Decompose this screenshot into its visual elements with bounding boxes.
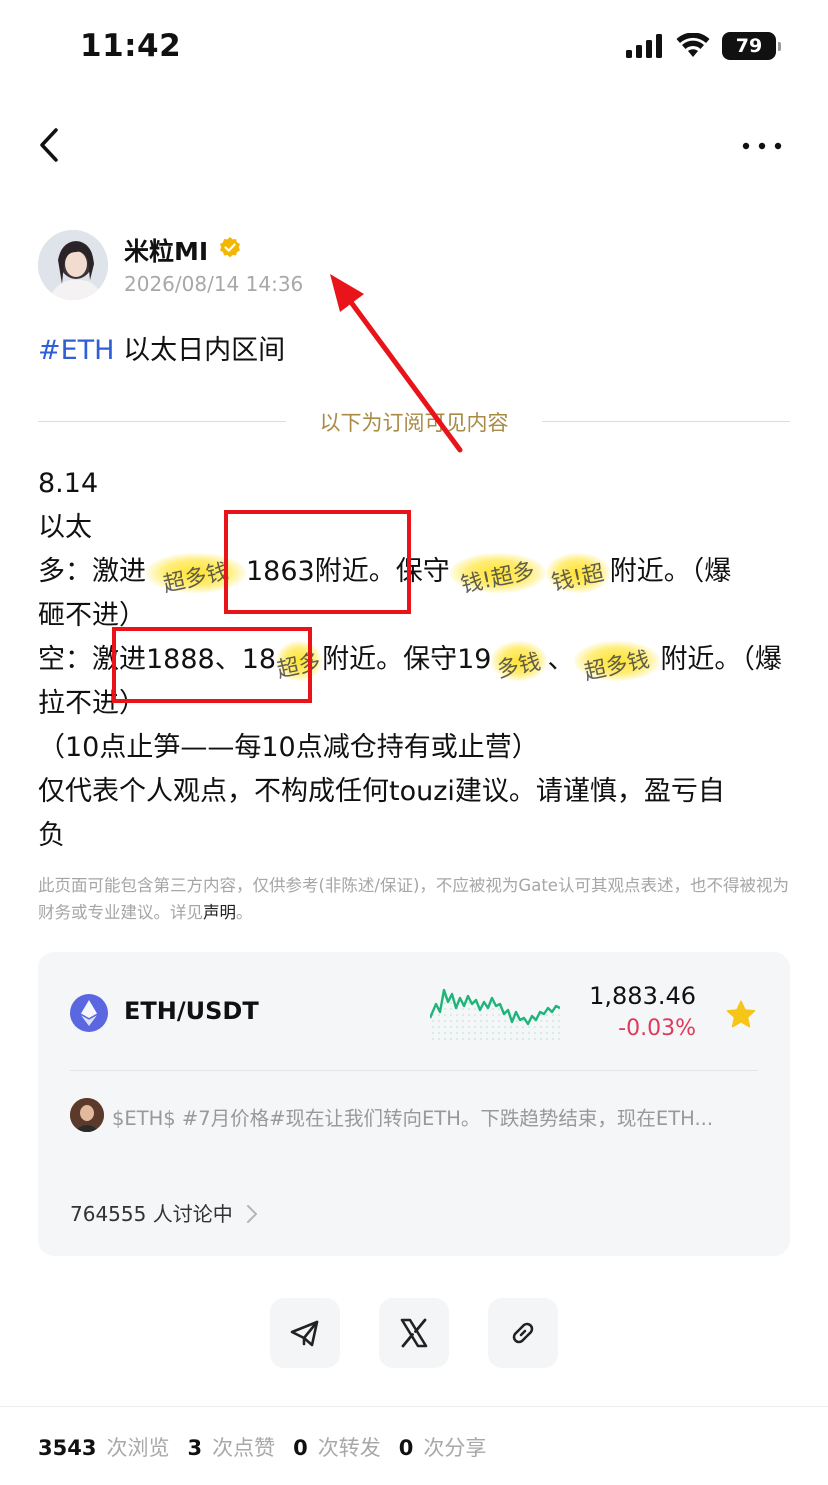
price-change: -0.03% <box>618 1016 696 1041</box>
more-button[interactable] <box>732 128 792 164</box>
market-card[interactable]: ETH/USDT 1,883.46 -0.03% $ETH$ #7月价格#现在让… <box>38 952 790 1256</box>
short-sep: 、 <box>547 644 575 675</box>
views-label: 次浏览 <box>106 1436 170 1460</box>
post-time: 2026/08/14 14:36 <box>124 272 304 296</box>
hashtag-link[interactable]: #ETH <box>38 335 114 366</box>
share-telegram-button[interactable] <box>270 1298 340 1368</box>
bottom-separator <box>0 1406 828 1407</box>
annotation-arrow <box>330 274 463 453</box>
post-stats: 3543 次浏览 3 次点赞 0 次转发 0 次分享 <box>38 1432 504 1462</box>
short-suffix: 附近。（爆 <box>660 644 782 675</box>
shares-label: 次分享 <box>423 1436 487 1460</box>
long-suffix: 附近。（爆 <box>609 556 732 587</box>
more-icon <box>742 142 782 150</box>
discussion-count[interactable]: 764555 人讨论中 <box>70 1198 233 1227</box>
feed-avatar <box>70 1098 104 1132</box>
chevron-right-icon <box>247 1205 257 1223</box>
x-icon <box>400 1318 428 1348</box>
annotation-box <box>224 510 411 614</box>
views-count: 3543 <box>38 1436 97 1460</box>
highlight-blob: 多钱 <box>491 640 548 683</box>
back-icon <box>40 128 58 162</box>
wifi-icon <box>676 33 710 57</box>
likes-count: 3 <box>187 1436 203 1460</box>
battery-icon: 79 <box>722 32 781 60</box>
verified-icon <box>220 237 240 258</box>
reposts-count: 0 <box>293 1436 308 1460</box>
highlight-blob: 钱!超多 <box>449 552 546 598</box>
share-x-button[interactable] <box>379 1298 449 1368</box>
feed-post-text[interactable]: $ETH$ #7月价格#现在让我们转向ETH。下跌趋势结束，现在ETH... <box>112 1102 752 1131</box>
last-price: 1,883.46 <box>589 982 696 1010</box>
link-icon <box>512 1322 534 1344</box>
copy-link-button[interactable] <box>488 1298 558 1368</box>
reposts-label: 次转发 <box>317 1436 381 1460</box>
status-bar: 11:42 79 <box>0 0 828 92</box>
status-time: 11:42 <box>80 28 182 64</box>
disclaimer-line-2: 负 <box>38 820 65 851</box>
back-button[interactable] <box>30 118 74 172</box>
author-name[interactable]: 米粒MI <box>124 232 208 268</box>
annotation-box <box>112 627 312 703</box>
legal-disclaimer: 此页面可能包含第三方内容，仅供参考(非陈述/保证)，不应被视为Gate认可其观点… <box>38 872 790 926</box>
star-icon[interactable] <box>724 998 758 1032</box>
highlight-blob: 钱!超 <box>545 552 610 596</box>
legal-text: 此页面可能包含第三方内容，仅供参考(非陈述/保证)，不应被视为Gate认可其观点… <box>38 876 789 922</box>
post-title-text: 以太日内区间 <box>114 335 286 366</box>
statement-link[interactable]: 声明 <box>203 903 236 922</box>
trading-pair: ETH/USDT <box>124 997 259 1025</box>
eth-icon <box>70 994 108 1032</box>
short-mid: 附近。保守19 <box>322 644 492 675</box>
likes-label: 次点赞 <box>212 1436 276 1460</box>
status-icons: 79 <box>626 32 781 60</box>
telegram-icon <box>290 1320 319 1347</box>
content-date: 8.14 <box>38 468 99 499</box>
post-title: #ETH 以太日内区间 <box>38 328 285 367</box>
stop-note: （10点止笋——每10点减仓持有或止营） <box>38 732 539 763</box>
legal-end: 。 <box>236 903 253 922</box>
highlight-blob: 超多钱 <box>574 640 661 685</box>
disclaimer-line-1: 仅代表个人观点，不构成任何touzi建议。请谨慎，盈亏自 <box>38 776 725 807</box>
long-prefix: 多：激进 <box>38 556 146 587</box>
author-avatar[interactable] <box>38 230 108 300</box>
price-sparkline <box>430 988 560 1042</box>
signal-icon <box>626 34 662 58</box>
card-divider <box>70 1070 758 1071</box>
shares-count: 0 <box>398 1436 414 1460</box>
